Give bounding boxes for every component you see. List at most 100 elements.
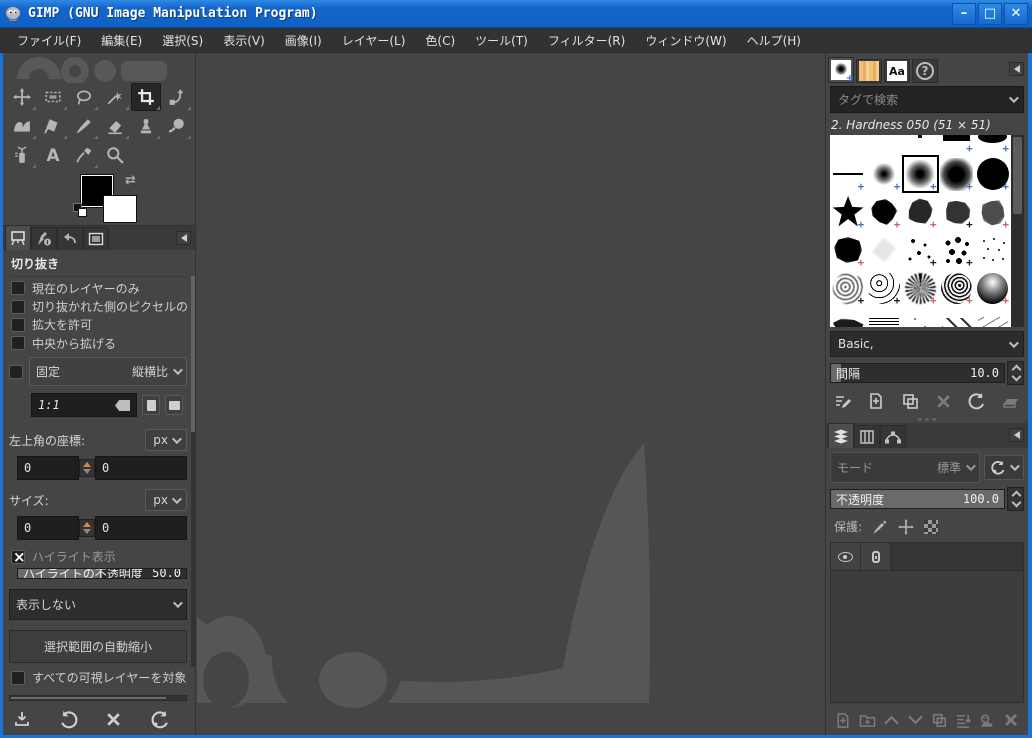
brush-dots[interactable] — [975, 231, 1011, 269]
eraser-tool-button[interactable] — [100, 112, 130, 140]
rectangle-select-tool-button[interactable] — [38, 83, 68, 111]
fixed-aspect-dropdown[interactable]: 固定 縦横比 — [29, 357, 187, 386]
brush-sparse[interactable] — [902, 307, 938, 327]
brush-soft-sm[interactable]: + — [866, 155, 902, 193]
highlight-opacity-slider[interactable]: ハイライトの不透明度 50.0 — [17, 568, 187, 579]
tool-options-hscrollbar[interactable] — [9, 695, 187, 701]
layers-menu-button[interactable] — [1009, 428, 1024, 442]
move-tool-button[interactable] — [7, 83, 37, 111]
fixed-checkbox[interactable] — [9, 365, 23, 379]
spin-up-icon[interactable] — [83, 522, 91, 527]
maximize-button[interactable]: □ — [978, 3, 1002, 25]
current-layer-only-option[interactable]: 現在のレイヤーのみ — [9, 279, 187, 297]
brush-tiny-dot[interactable] — [902, 135, 938, 155]
tag-search-combo[interactable]: タグで検索 — [830, 86, 1024, 113]
minimize-button[interactable]: – — [952, 3, 976, 25]
size-height-input[interactable]: 0 — [95, 516, 187, 540]
brush-circle[interactable]: + — [975, 155, 1011, 193]
menu-filters[interactable]: フィルター(R) — [539, 29, 634, 52]
brush-dashes[interactable] — [939, 307, 975, 327]
brush-chalk1[interactable]: + — [866, 193, 902, 231]
menu-file[interactable]: ファイル(F) — [8, 29, 90, 52]
tab-patterns[interactable] — [856, 59, 882, 83]
menu-view[interactable]: 表示(V) — [214, 29, 274, 52]
brush-soft-md[interactable]: + — [902, 155, 938, 193]
menu-colors[interactable]: 色(C) — [416, 29, 464, 52]
open-brush-as-image-button[interactable] — [998, 390, 1024, 412]
checkbox[interactable] — [11, 336, 25, 350]
free-select-tool-button[interactable] — [69, 83, 99, 111]
dock-splitter[interactable] — [826, 415, 1028, 423]
tab-tool-options[interactable] — [5, 225, 31, 250]
opacity-spinner[interactable] — [1007, 487, 1024, 511]
edit-brush-button[interactable] — [830, 390, 856, 412]
menu-help[interactable]: ヘルプ(H) — [738, 29, 810, 52]
new-layer-group-button[interactable] — [856, 709, 878, 731]
crop-tool-button[interactable] — [131, 83, 161, 111]
highlight-option[interactable]: ハイライト表示 — [9, 547, 187, 565]
title-bar[interactable]: GIMP (GNU Image Manipulation Program) – … — [0, 0, 1032, 28]
brush-blank[interactable] — [830, 135, 866, 155]
tool-options-menu-button[interactable] — [176, 231, 191, 245]
brush-noise[interactable]: + — [902, 269, 938, 307]
brush-confetti-sm[interactable]: + — [902, 231, 938, 269]
new-layer-button[interactable] — [832, 709, 854, 731]
brush-bubbles[interactable]: + — [866, 269, 902, 307]
portrait-orientation-button[interactable] — [142, 395, 160, 415]
spin-down-icon[interactable] — [83, 469, 91, 474]
link-cell[interactable] — [861, 543, 891, 570]
close-button[interactable]: ✕ — [1004, 3, 1028, 25]
layer-mode-dropdown[interactable]: モード 標準 — [830, 452, 980, 483]
layer-list-empty[interactable] — [831, 571, 1023, 702]
menu-select[interactable]: 選択(S) — [153, 29, 212, 52]
spin-down-icon[interactable] — [83, 529, 91, 534]
paintbrush-tool-button[interactable] — [69, 112, 99, 140]
highlight-checkbox[interactable] — [11, 550, 25, 564]
brush-hatch[interactable] — [866, 307, 902, 327]
position-unit-dropdown[interactable]: px — [145, 429, 187, 451]
new-brush-button[interactable] — [863, 390, 889, 412]
save-tool-preset-button[interactable] — [13, 710, 47, 728]
background-color-swatch[interactable] — [103, 195, 137, 223]
spin-down-icon[interactable] — [1012, 498, 1022, 508]
aspect-ratio-input[interactable]: 1:1 — [31, 393, 137, 417]
position-x-input[interactable]: 0 — [17, 456, 79, 480]
landscape-orientation-button[interactable] — [165, 395, 183, 415]
checkbox[interactable] — [11, 671, 25, 685]
position-y-input[interactable]: 0 — [95, 456, 187, 480]
brush-confetti[interactable]: + — [939, 231, 975, 269]
checkbox[interactable] — [11, 281, 25, 295]
zoom-tool-button[interactable] — [100, 141, 130, 169]
color-picker-tool-button[interactable] — [69, 141, 99, 169]
spin-down-icon[interactable] — [1012, 372, 1022, 382]
brush-line[interactable]: + — [830, 155, 866, 193]
brush-pepper[interactable]: + — [939, 269, 975, 307]
smudge-tool-button[interactable] — [162, 112, 192, 140]
default-colors-icon[interactable] — [73, 203, 87, 217]
delete-tool-preset-button[interactable] — [105, 711, 139, 728]
mode-switch-button[interactable] — [984, 455, 1024, 480]
brush-charcoal[interactable]: + — [830, 231, 866, 269]
bucket-fill-tool-button[interactable] — [38, 112, 68, 140]
brush-chalk3[interactable]: + — [939, 193, 975, 231]
checkbox[interactable] — [11, 300, 25, 314]
menu-layer[interactable]: レイヤー(L) — [333, 29, 415, 52]
tab-fonts[interactable]: Aa — [884, 59, 910, 83]
airbrush-tool-button[interactable] — [7, 141, 37, 169]
brush-grad[interactable]: + — [975, 269, 1011, 307]
duplicate-layer-button[interactable] — [928, 709, 950, 731]
tab-device-status[interactable]: i — [31, 227, 57, 250]
menu-edit[interactable]: 編集(E) — [92, 29, 151, 52]
swap-colors-icon[interactable]: ⇄ — [125, 173, 136, 188]
brushes-menu-button[interactable] — [1009, 62, 1024, 76]
menu-tools[interactable]: ツール(T) — [466, 29, 537, 52]
lower-layer-button[interactable] — [904, 709, 926, 731]
tab-images[interactable] — [83, 227, 109, 250]
scrollbar-thumb[interactable] — [1013, 137, 1022, 214]
spacing-slider[interactable]: 間隔 10.0 — [830, 363, 1005, 383]
merge-layer-button[interactable] — [952, 709, 974, 731]
brush-vscrollbar[interactable] — [1011, 135, 1024, 327]
tab-brushes[interactable]: + — [828, 57, 854, 83]
brush-chalk4[interactable]: + — [975, 193, 1011, 231]
brush-faint[interactable] — [866, 231, 902, 269]
